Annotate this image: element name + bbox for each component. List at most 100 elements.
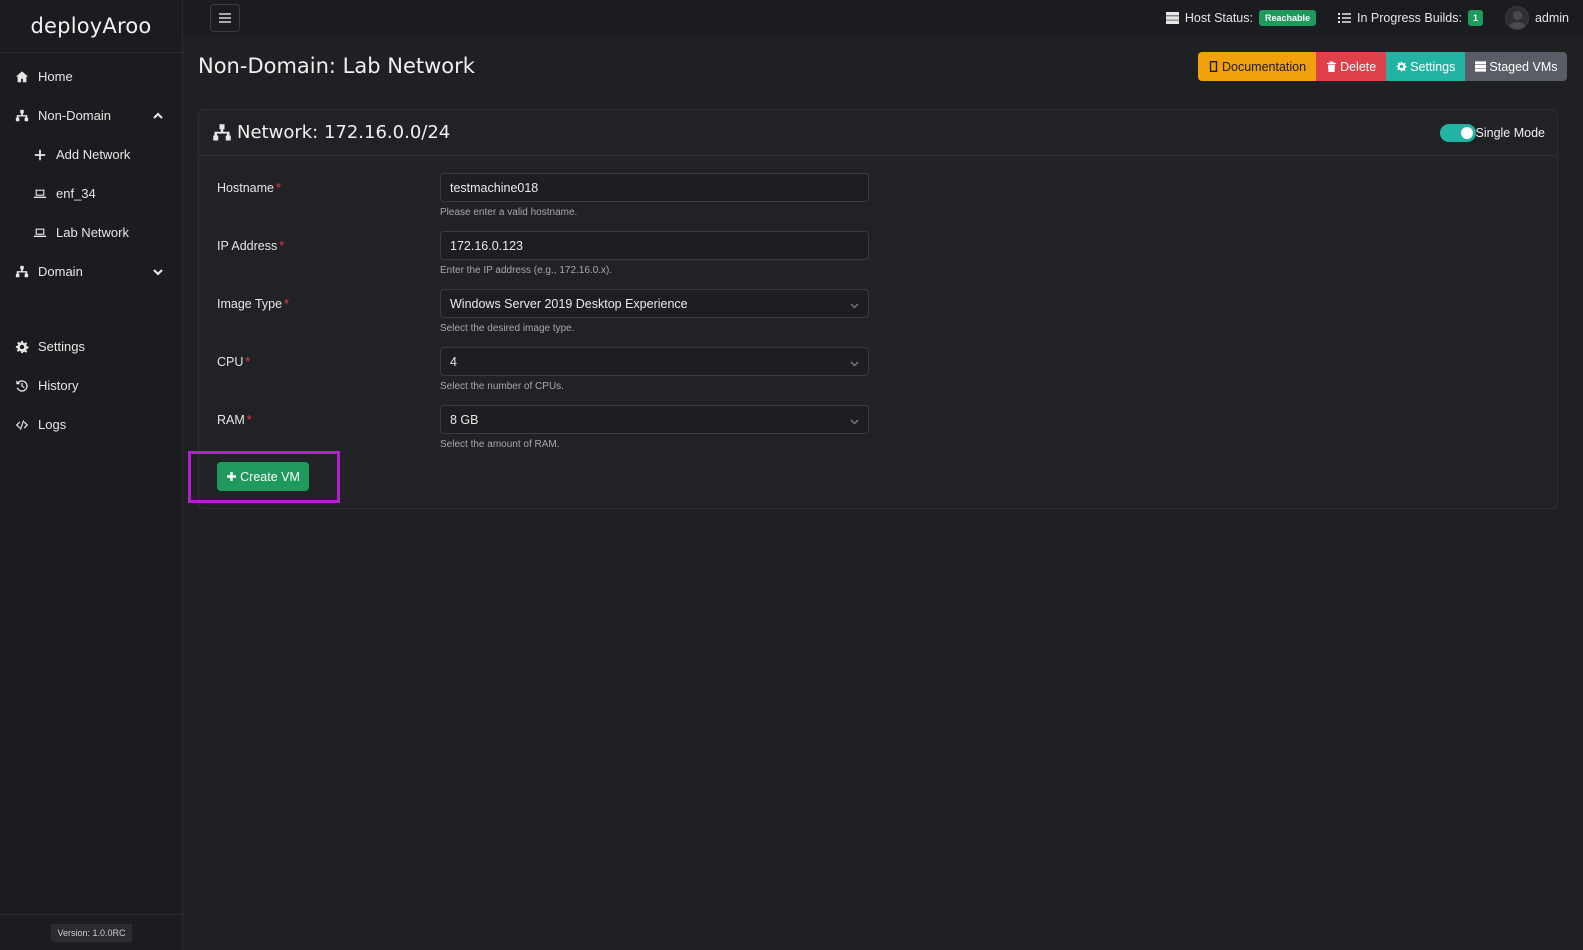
ip-label: IP Address * (217, 239, 285, 253)
ram-select[interactable]: 8 GB (440, 405, 869, 434)
book-icon (1209, 61, 1218, 72)
chevron-up-icon[interactable] (152, 110, 164, 122)
version-badge: Version: 1.0.0RC (51, 923, 132, 942)
brand-logo[interactable]: deployAroo (0, 0, 182, 53)
builds-count-badge: 1 (1467, 10, 1483, 26)
required-mark: * (275, 181, 281, 195)
gear-icon (14, 339, 30, 355)
image-type-label: Image Type * (217, 297, 289, 311)
sidebar-nav: Home Non-Domain Add Network enf_34 Lab N… (0, 53, 182, 444)
server-icon (1475, 61, 1487, 72)
required-mark: * (245, 355, 251, 369)
required-mark: * (246, 413, 252, 427)
trash-icon (1326, 61, 1337, 72)
version-footer: Version: 1.0.0RC (0, 914, 183, 950)
sidebar-item-add-network[interactable]: Add Network (0, 135, 182, 174)
menu-icon (219, 13, 231, 23)
chevron-down-icon[interactable] (152, 266, 164, 278)
sidebar-item-label: Non-Domain (38, 108, 111, 123)
cpu-value: 4 (450, 354, 457, 369)
hostname-help: Please enter a valid hostname. (440, 207, 578, 218)
ram-label: RAM * (217, 413, 252, 427)
chevron-down-icon (850, 415, 859, 425)
documentation-button[interactable]: Documentation (1198, 52, 1317, 81)
page-actions: Documentation Delete Settings Staged VMs (1198, 52, 1568, 81)
builds-label: In Progress Builds: (1357, 11, 1462, 25)
cpu-select[interactable]: 4 (440, 347, 869, 376)
username: admin (1534, 11, 1569, 25)
host-status[interactable]: Host Status: Reachable (1165, 10, 1317, 26)
ip-help: Enter the IP address (e.g., 172.16.0.x). (440, 265, 613, 276)
ram-value: 8 GB (450, 412, 479, 427)
sidebar-item-label: Add Network (56, 147, 131, 162)
sidebar-item-domain[interactable]: Domain (0, 252, 182, 291)
delete-button[interactable]: Delete (1316, 52, 1387, 81)
card-title: Network: 172.16.0.0/24 (237, 122, 451, 143)
hostname-field[interactable] (440, 173, 869, 202)
staged-vms-label: Staged VMs (1489, 59, 1558, 74)
create-vm-label: Create VM (240, 469, 300, 484)
sidebar-item-history[interactable]: History (0, 366, 182, 405)
sidebar-item-label: Home (38, 69, 73, 84)
laptop-icon (32, 225, 48, 241)
topbar: Host Status: Reachable In Progress Build… (183, 0, 1583, 36)
sitemap-icon (14, 264, 30, 280)
gear-icon (1396, 61, 1407, 72)
sitemap-icon (14, 108, 30, 124)
list-check-icon (1338, 13, 1352, 23)
nav-spacer (0, 291, 182, 327)
create-vm-button[interactable]: Create VM (217, 462, 309, 491)
cpu-help: Select the number of CPUs. (440, 381, 564, 392)
image-type-help: Select the desired image type. (440, 323, 575, 334)
host-status-badge: Reachable (1258, 10, 1317, 26)
sidebar-item-label: History (38, 378, 79, 393)
topbar-status: Host Status: Reachable In Progress Build… (1144, 6, 1583, 30)
sidebar-item-logs[interactable]: Logs (0, 405, 182, 444)
sidebar-item-label: Lab Network (56, 225, 129, 240)
code-icon (14, 417, 30, 433)
single-mode-switch: Single Mode (1439, 123, 1546, 142)
page-title: Non-Domain: Lab Network (198, 54, 475, 78)
home-icon (14, 69, 30, 85)
avatar (1504, 6, 1529, 30)
ip-address-field[interactable] (440, 231, 869, 260)
sidebar-item-label: enf_34 (56, 186, 96, 201)
settings-button[interactable]: Settings (1386, 52, 1466, 81)
cpu-label: CPU * (217, 355, 251, 369)
plus-icon (32, 147, 48, 163)
user-menu[interactable]: admin (1504, 6, 1569, 30)
sidebar: deployAroo Home Non-Domain Add Network e… (0, 0, 183, 950)
single-mode-toggle[interactable] (1439, 123, 1476, 142)
image-type-value: Windows Server 2019 Desktop Experience (450, 296, 688, 311)
required-mark: * (284, 297, 289, 311)
sidebar-item-label: Domain (38, 264, 83, 279)
single-mode-label: Single Mode (1475, 125, 1546, 140)
chevron-down-icon (850, 299, 859, 309)
sidebar-item-label: Logs (38, 417, 67, 432)
sidebar-item-non-domain[interactable]: Non-Domain (0, 96, 182, 135)
network-icon (213, 123, 231, 140)
sidebar-item-label: Settings (38, 339, 85, 354)
in-progress-builds[interactable]: In Progress Builds: 1 (1338, 10, 1483, 26)
card-header: Network: 172.16.0.0/24 Single Mode (199, 110, 1557, 156)
sidebar-item-home[interactable]: Home (0, 57, 182, 96)
staged-vms-button[interactable]: Staged VMs (1465, 52, 1568, 81)
sidebar-item-enf-34[interactable]: enf_34 (0, 174, 182, 213)
ram-help: Select the amount of RAM. (440, 439, 560, 450)
sidebar-toggle-button[interactable] (210, 4, 240, 32)
chevron-down-icon (850, 357, 859, 367)
delete-label: Delete (1340, 59, 1377, 74)
documentation-label: Documentation (1222, 59, 1307, 74)
server-icon (1165, 12, 1179, 24)
laptop-icon (32, 186, 48, 202)
sidebar-item-lab-network[interactable]: Lab Network (0, 213, 182, 252)
network-card: Network: 172.16.0.0/24 Single Mode Hostn… (198, 109, 1558, 509)
host-status-label: Host Status: (1184, 11, 1253, 25)
hostname-label: Hostname * (217, 181, 281, 195)
required-mark: * (279, 239, 285, 253)
history-icon (14, 378, 30, 394)
sidebar-item-settings[interactable]: Settings (0, 327, 182, 366)
image-type-select[interactable]: Windows Server 2019 Desktop Experience (440, 289, 869, 318)
plus-icon (227, 472, 237, 481)
settings-label: Settings (1410, 59, 1456, 74)
